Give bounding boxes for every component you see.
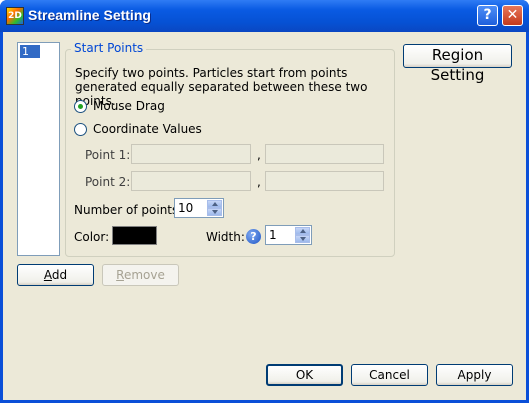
num-points-value[interactable]: 10: [178, 201, 193, 215]
mouse-drag-radio[interactable]: Mouse Drag: [74, 98, 165, 114]
width-label: Width:: [206, 230, 245, 244]
spin-down-icon[interactable]: [207, 208, 222, 216]
remove-button[interactable]: Remove: [102, 264, 179, 286]
color-label: Color:: [74, 230, 110, 244]
list-item[interactable]: 1: [20, 45, 40, 58]
streamline-setting-dialog: 2D Streamline Setting ? ✕ 1 Start Points…: [0, 0, 529, 403]
point2-y-input[interactable]: [265, 171, 384, 191]
point1-label: Point 1:: [85, 148, 131, 162]
point2-separator: ,: [257, 175, 261, 189]
spin-down-icon[interactable]: [295, 235, 310, 243]
start-points-group-title: Start Points: [71, 41, 147, 55]
coordinate-values-label: Coordinate Values: [93, 122, 202, 136]
width-spin-buttons[interactable]: [295, 227, 310, 243]
region-setting-button[interactable]: Region Setting: [403, 44, 512, 84]
point2-label: Point 2:: [85, 175, 131, 189]
num-points-spinner[interactable]: 10: [174, 198, 224, 218]
app-icon: 2D: [6, 7, 24, 25]
window-title: Streamline Setting: [28, 7, 151, 23]
point1-y-input[interactable]: [265, 144, 384, 164]
add-button[interactable]: Add: [17, 264, 94, 286]
radio-checked-icon[interactable]: [74, 99, 87, 113]
width-help-icon[interactable]: ?: [246, 229, 261, 244]
spin-up-icon[interactable]: [207, 200, 222, 208]
coordinate-values-radio[interactable]: Coordinate Values: [74, 121, 202, 137]
width-value[interactable]: 1: [269, 228, 277, 242]
num-points-spin-buttons[interactable]: [207, 200, 222, 216]
dialog-body: 1 Start Points Specify two points. Parti…: [3, 32, 526, 400]
spin-up-icon[interactable]: [295, 227, 310, 235]
title-bar[interactable]: 2D Streamline Setting ? ✕: [0, 0, 529, 32]
width-spinner[interactable]: 1: [265, 225, 312, 245]
close-button[interactable]: ✕: [502, 5, 523, 26]
mouse-drag-label: Mouse Drag: [93, 99, 165, 113]
ok-button[interactable]: OK: [266, 364, 343, 386]
point2-x-input[interactable]: [131, 171, 251, 191]
cancel-button[interactable]: Cancel: [351, 364, 428, 386]
num-points-label: Number of points:: [74, 203, 183, 217]
apply-button[interactable]: Apply: [436, 364, 513, 386]
point1-separator: ,: [257, 148, 261, 162]
point1-x-input[interactable]: [131, 144, 251, 164]
color-swatch-button[interactable]: [112, 226, 157, 245]
radio-unchecked-icon[interactable]: [74, 122, 87, 136]
streamline-list[interactable]: 1: [17, 42, 60, 256]
help-button[interactable]: ?: [477, 5, 498, 26]
